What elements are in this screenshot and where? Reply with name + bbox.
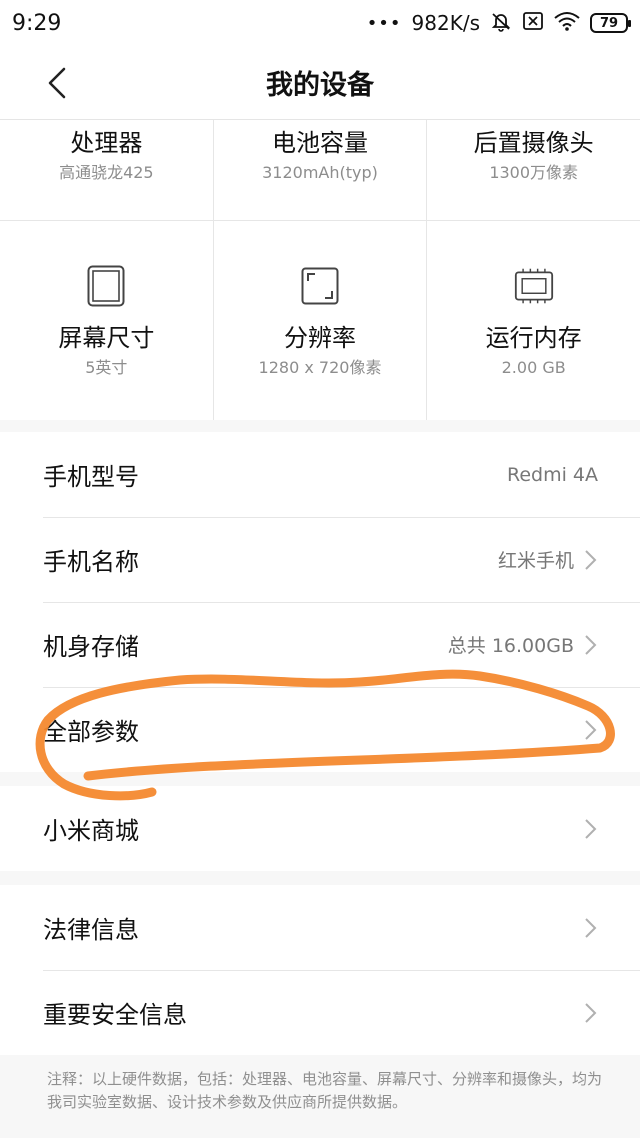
footer-note: 注释：以上硬件数据，包括：处理器、电池容量、屏幕尺寸、分辨率和摄像头，均为我司实… xyxy=(47,1070,603,1111)
list-item-safety-info[interactable]: 重要安全信息 xyxy=(0,970,640,1055)
page-title: 我的设备 xyxy=(266,70,374,101)
list-item-mi-store[interactable]: 小米商城 xyxy=(0,786,640,871)
hardware-spec-grid: 处理器 高通骁龙425 电池容量 3120mAh(typ) 后置摄像头 1300… xyxy=(0,120,640,420)
status-time: 9:29 xyxy=(12,10,62,36)
network-speed: 982K/s xyxy=(411,11,480,35)
sim-x-icon xyxy=(522,11,544,36)
bell-off-icon xyxy=(490,10,512,37)
spec-value: 高通骁龙425 xyxy=(59,163,154,182)
chevron-right-icon xyxy=(582,817,598,841)
spec-title: 电池容量 xyxy=(272,129,368,157)
spec-value: 2.00 GB xyxy=(501,358,566,377)
spec-title: 分辨率 xyxy=(284,324,356,352)
chevron-right-icon xyxy=(582,718,598,742)
spec-resolution: 分辨率 1280 x 720像素 xyxy=(214,221,428,420)
list-item-model[interactable]: 手机型号 Redmi 4A xyxy=(0,432,640,517)
spec-processor: 处理器 高通骁龙425 xyxy=(0,120,214,220)
item-label: 法律信息 xyxy=(43,916,139,944)
resolution-icon xyxy=(300,265,340,307)
spec-ram: 运行内存 2.00 GB xyxy=(427,221,640,420)
list-item-legal-info[interactable]: 法律信息 xyxy=(0,885,640,970)
chevron-right-icon xyxy=(582,633,598,657)
spec-screen-size: 屏幕尺寸 5英寸 xyxy=(0,221,214,420)
back-button[interactable] xyxy=(40,66,74,100)
item-label: 重要安全信息 xyxy=(43,1001,187,1029)
spec-row-top: 处理器 高通骁龙425 电池容量 3120mAh(typ) 后置摄像头 1300… xyxy=(0,120,640,221)
my-device-screen: 9:29 ••• 982K/s 79 我的设备 处理器 高通骁龙425 电池容量… xyxy=(0,0,640,1138)
chevron-right-icon xyxy=(582,548,598,572)
status-icons: ••• 982K/s 79 xyxy=(366,10,631,37)
item-value: 红米手机 xyxy=(497,550,574,572)
screen-icon xyxy=(86,265,126,307)
item-label: 全部参数 xyxy=(43,718,139,746)
spec-title: 屏幕尺寸 xyxy=(58,324,155,352)
spec-value: 5英寸 xyxy=(85,358,128,377)
spec-row-bottom: 屏幕尺寸 5英寸 分辨率 1280 x 720像素 运行内存 2.00 GB xyxy=(0,221,640,420)
spec-title: 运行内存 xyxy=(485,324,582,352)
item-value: Redmi 4A xyxy=(506,463,598,486)
spec-value: 1280 x 720像素 xyxy=(258,358,382,377)
title-bar: 我的设备 xyxy=(0,46,640,120)
spec-battery: 电池容量 3120mAh(typ) xyxy=(214,120,428,220)
spec-rear-camera: 后置摄像头 1300万像素 xyxy=(427,120,640,220)
legal-list: 法律信息 重要安全信息 xyxy=(0,885,640,1055)
chevron-right-icon xyxy=(582,916,598,940)
chevron-right-icon xyxy=(582,1001,598,1025)
list-item-storage[interactable]: 机身存储 总共 16.00GB xyxy=(0,602,640,687)
list-item-device-name[interactable]: 手机名称 红米手机 xyxy=(0,517,640,602)
item-value: 总共 16.00GB xyxy=(447,635,574,657)
item-label: 小米商城 xyxy=(43,817,139,845)
spec-value: 3120mAh(typ) xyxy=(262,163,378,182)
more-notifications-icon: ••• xyxy=(366,12,402,34)
spec-value: 1300万像素 xyxy=(489,163,579,182)
wifi-icon xyxy=(554,11,580,36)
item-label: 手机型号 xyxy=(43,463,139,491)
spec-title: 处理器 xyxy=(70,129,143,157)
item-label: 手机名称 xyxy=(43,548,139,576)
list-item-all-specs[interactable]: 全部参数 xyxy=(0,687,640,772)
item-label: 机身存储 xyxy=(43,633,139,661)
memory-chip-icon xyxy=(514,265,554,307)
status-bar: 9:29 ••• 982K/s 79 xyxy=(0,0,640,46)
chevron-left-icon xyxy=(48,67,66,99)
device-info-list: 手机型号 Redmi 4A 手机名称 红米手机 机身存储 总共 16.00GB … xyxy=(0,432,640,772)
spec-title: 后置摄像头 xyxy=(473,129,594,157)
store-list: 小米商城 xyxy=(0,786,640,871)
battery-icon: 79 xyxy=(590,13,631,33)
